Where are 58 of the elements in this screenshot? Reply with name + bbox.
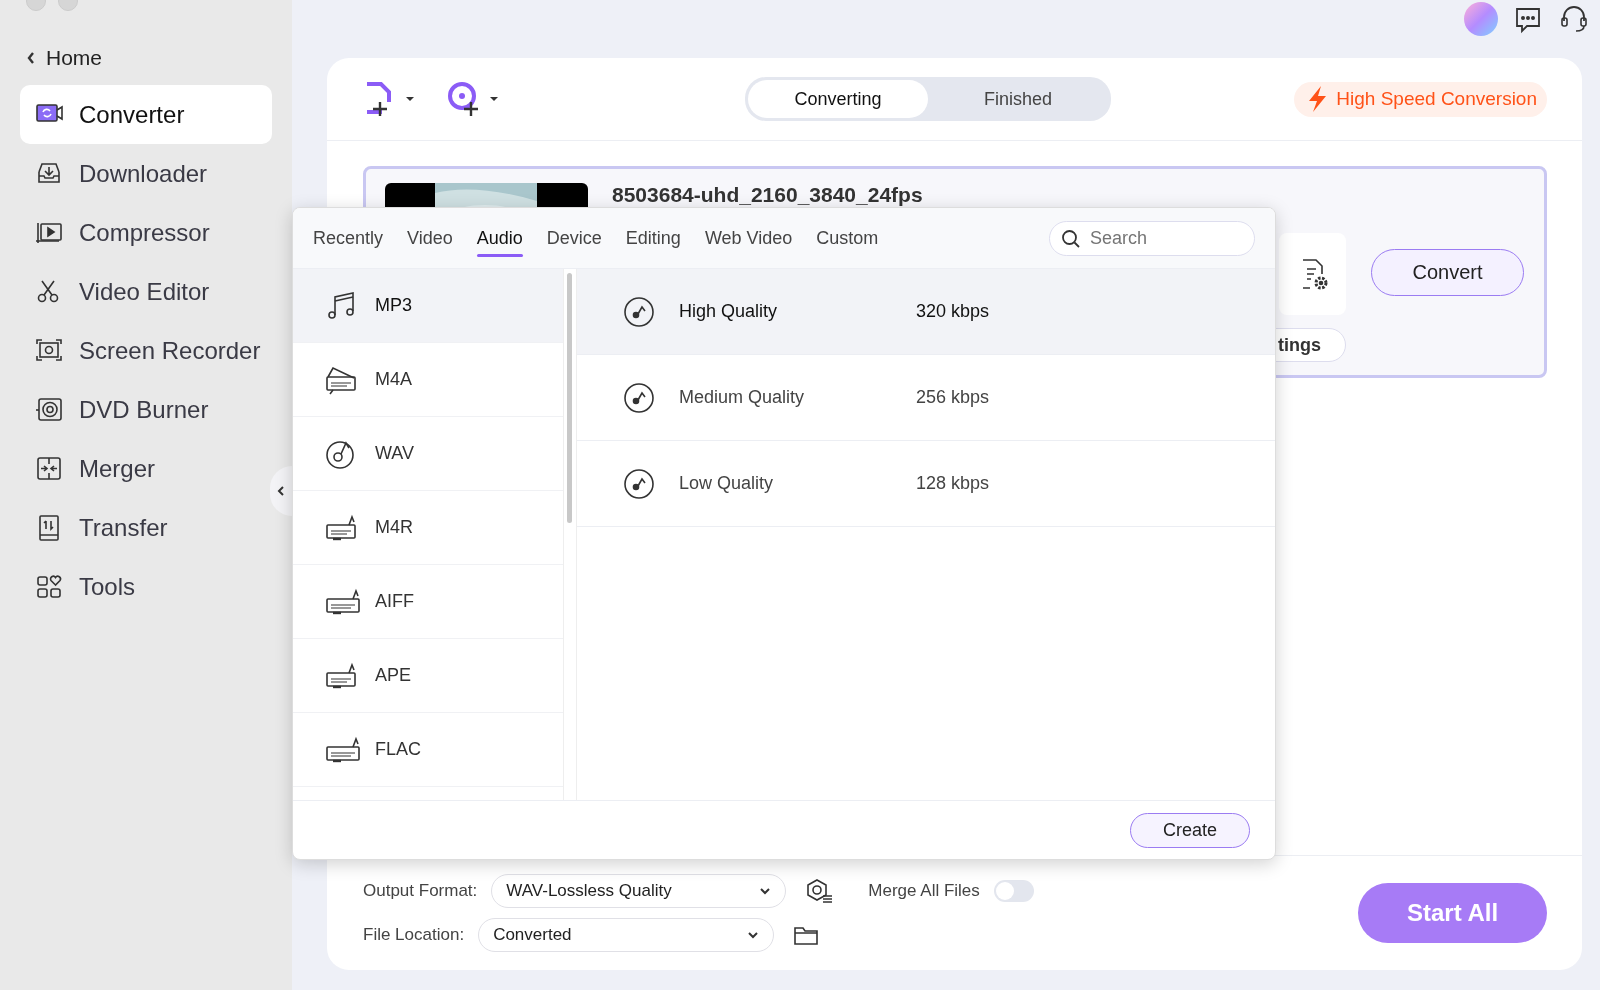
convert-button[interactable]: Convert xyxy=(1371,249,1524,296)
quality-option[interactable]: Low Quality 128 kbps xyxy=(577,441,1275,527)
format-item[interactable]: APE xyxy=(293,639,563,713)
sidebar-item[interactable]: Tools xyxy=(20,557,272,616)
tools-grid-icon xyxy=(35,573,63,600)
sidebar-item[interactable]: Transfer xyxy=(20,498,272,557)
sidebar-item[interactable]: Converter xyxy=(20,85,272,144)
format-settings-icon xyxy=(804,877,835,905)
status-tab[interactable]: Finished xyxy=(928,80,1108,118)
status-tab[interactable]: Converting xyxy=(748,80,928,118)
format-item[interactable]: FLAC xyxy=(293,713,563,787)
chevron-left-icon xyxy=(26,51,36,65)
output-format-dropdown[interactable]: WAV-Lossless Quality xyxy=(491,874,787,908)
file-name: 8503684-uhd_2160_3840_24fps xyxy=(612,183,924,207)
category-tab[interactable]: Video xyxy=(407,219,453,257)
category-tab[interactable]: Audio xyxy=(476,219,523,257)
quality-option[interactable]: Medium Quality 256 kbps xyxy=(577,355,1275,441)
sidebar-item[interactable]: Compressor xyxy=(20,203,272,262)
merge-label: Merge All Files xyxy=(868,881,980,901)
category-tab[interactable]: Recently xyxy=(313,219,384,257)
collapse-button[interactable] xyxy=(270,466,292,516)
audio-quality-icon xyxy=(623,295,655,328)
merge-toggle[interactable] xyxy=(993,880,1034,902)
scrollbar-thumb[interactable] xyxy=(567,273,572,523)
sidebar-item[interactable]: DVD Burner xyxy=(20,380,272,439)
sidebar-item[interactable]: Video Editor xyxy=(20,262,272,321)
audio-quality-icon xyxy=(623,381,655,414)
category-tab[interactable]: Custom xyxy=(816,219,879,257)
chevron-down-icon xyxy=(759,887,772,895)
caret-icon xyxy=(404,95,416,103)
add-media-button[interactable] xyxy=(446,80,500,118)
sidebar-item[interactable]: Merger xyxy=(20,439,272,498)
format-item[interactable]: M4R xyxy=(293,491,563,565)
quality-option[interactable]: High Quality 320 kbps xyxy=(577,269,1275,355)
create-button[interactable]: Create xyxy=(1130,812,1250,848)
format-item[interactable]: M4A xyxy=(293,343,563,417)
chevron-down-icon xyxy=(747,931,760,939)
field-label: File Location: xyxy=(363,925,465,945)
chevron-left-icon xyxy=(277,485,285,497)
format-item[interactable]: MP3 xyxy=(293,269,563,343)
settings-button[interactable] xyxy=(1279,233,1346,315)
category-tab[interactable]: Device xyxy=(546,219,602,257)
audio-quality-icon xyxy=(623,467,655,500)
field-label: Output Format: xyxy=(363,881,478,901)
category-tab[interactable]: Editing xyxy=(625,219,681,257)
search-icon xyxy=(1061,228,1081,249)
format-item[interactable]: WAV xyxy=(293,417,563,491)
merge-icon xyxy=(35,455,63,482)
file-location-dropdown[interactable]: Converted xyxy=(478,918,775,952)
search-field[interactable]: Search xyxy=(1049,220,1255,256)
screen-record-icon xyxy=(35,337,63,364)
back-link[interactable]: Home xyxy=(26,46,103,70)
sidebar-item[interactable]: Downloader xyxy=(20,144,272,203)
format-item[interactable]: AIFF xyxy=(293,565,563,639)
category-tab[interactable]: Web Video xyxy=(704,219,793,257)
sidebar-item[interactable]: Screen Recorder xyxy=(20,321,272,380)
avatar-icon[interactable] xyxy=(1464,2,1498,36)
caret-icon xyxy=(488,95,500,103)
